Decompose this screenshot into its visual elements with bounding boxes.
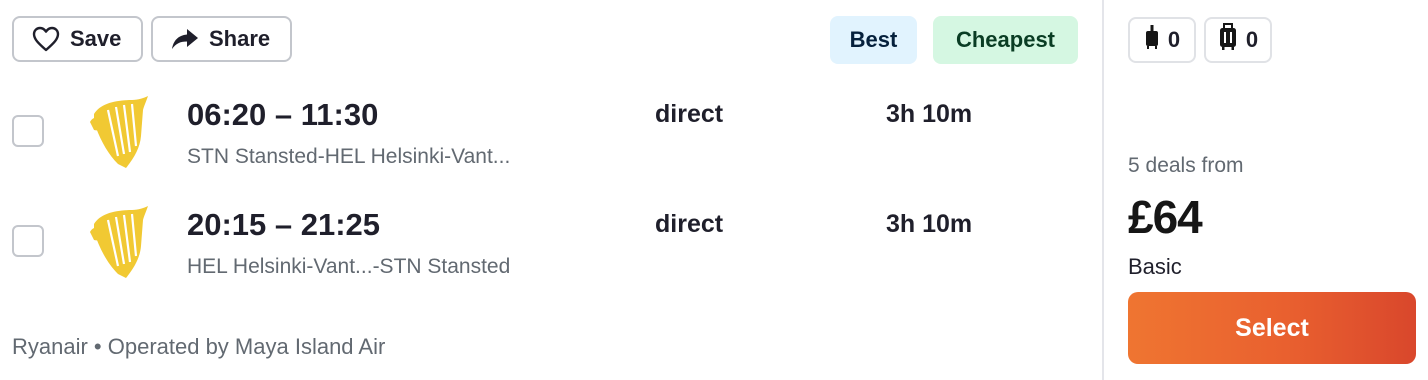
cabin-bag-icon — [1144, 24, 1160, 56]
save-button[interactable]: Save — [12, 16, 143, 62]
operator-text: Ryanair • Operated by Maya Island Air — [12, 334, 386, 359]
fare-type: Basic — [1128, 254, 1182, 279]
flight-leg-outbound: 06:20 – 11:30 STN Stansted-HEL Helsinki-… — [0, 90, 1102, 186]
flight-leg-return: 20:15 – 21:25 HEL Helsinki-Vant...-STN S… — [0, 200, 1102, 296]
best-badge: Best — [830, 16, 917, 64]
checked-bag-badge: 0 — [1204, 17, 1272, 63]
leg-stops: direct — [655, 100, 724, 128]
checked-bag-count: 0 — [1245, 27, 1259, 52]
flight-result-card: Save Share Best Cheapest 06:20 – 11:30 S… — [0, 0, 1428, 380]
deals-count: 5 deals from — [1128, 154, 1244, 177]
ryanair-harp-icon — [88, 96, 150, 168]
leg-duration: 3h 10m — [886, 210, 973, 238]
heart-icon — [32, 26, 60, 52]
ryanair-harp-icon — [88, 206, 150, 278]
select-button[interactable]: Select — [1128, 292, 1416, 364]
cabin-bag-badge: 0 — [1128, 17, 1196, 63]
leg-checkbox[interactable] — [12, 115, 44, 147]
itinerary-panel: Save Share Best Cheapest 06:20 – 11:30 S… — [0, 0, 1102, 380]
cabin-bag-count: 0 — [1167, 27, 1181, 52]
leg-stops: direct — [655, 210, 724, 238]
leg-route: HEL Helsinki-Vant...-STN Stansted — [187, 255, 511, 278]
leg-checkbox[interactable] — [12, 225, 44, 257]
leg-route: STN Stansted-HEL Helsinki-Vant... — [187, 145, 511, 168]
cheapest-badge: Cheapest — [933, 16, 1078, 64]
price-panel: 0 0 5 deals from £64 Basic Select — [1104, 0, 1428, 380]
save-label: Save — [70, 26, 122, 51]
leg-duration: 3h 10m — [886, 100, 973, 128]
leg-times: 20:15 – 21:25 — [187, 207, 381, 242]
share-arrow-icon — [171, 27, 199, 51]
price: £64 — [1128, 191, 1203, 243]
leg-times: 06:20 – 11:30 — [187, 97, 379, 132]
share-label: Share — [209, 26, 271, 51]
share-button[interactable]: Share — [151, 16, 292, 62]
checked-bag-icon — [1218, 23, 1238, 57]
